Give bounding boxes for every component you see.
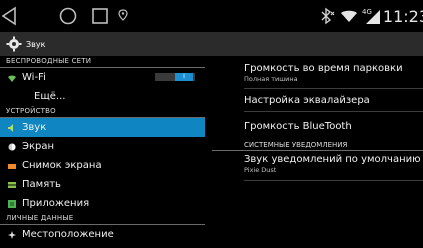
status-bar: 4G 11:23 bbox=[0, 0, 423, 32]
setting-title: Громкость во время парковки bbox=[244, 63, 403, 74]
divider bbox=[244, 180, 423, 181]
wifi-toggle[interactable]: I bbox=[155, 73, 195, 81]
menu-item-wifi[interactable]: Wi-Fi I bbox=[0, 68, 205, 87]
toggle-knob: I bbox=[175, 73, 193, 81]
svg-text:4G: 4G bbox=[362, 8, 372, 16]
setting-title: Звук уведомлений по умолчанию bbox=[244, 154, 421, 165]
menu-item-label: Звук bbox=[22, 122, 47, 133]
menu-item-sound[interactable]: Звук bbox=[0, 118, 205, 137]
menu-item-apps[interactable]: Приложения bbox=[0, 194, 205, 213]
menu-item-label: Wi-Fi bbox=[22, 72, 46, 83]
bluetooth-off-icon bbox=[318, 6, 336, 26]
setting-title: Громкость BlueTooth bbox=[244, 120, 352, 132]
settings-menu: БЕСПРОВОДНЫЕ СЕТИ Wi-Fi I Ещё... УСТРОЙС… bbox=[0, 56, 205, 248]
back-icon[interactable] bbox=[0, 6, 20, 26]
brightness-icon bbox=[8, 143, 16, 151]
top-spacer bbox=[212, 56, 423, 63]
menu-item-more[interactable]: Ещё... bbox=[0, 87, 205, 106]
menu-item-location[interactable]: Местоположение bbox=[0, 225, 205, 244]
section-header-wireless: БЕСПРОВОДНЫЕ СЕТИ bbox=[0, 56, 205, 68]
page-title: Звук bbox=[26, 39, 46, 49]
menu-item-label: Снимок экрана bbox=[22, 160, 102, 171]
setting-equalizer[interactable]: Настройка эквалайзера bbox=[212, 89, 423, 111]
setting-parking-volume[interactable]: Громкость во время парковки Полная тишин… bbox=[212, 63, 423, 88]
menu-item-label: Ещё... bbox=[34, 91, 66, 102]
apps-icon bbox=[8, 199, 16, 208]
mobile-signal-icon: 4G bbox=[362, 6, 382, 26]
location-icon bbox=[8, 230, 16, 239]
menu-item-label: Приложения bbox=[22, 198, 90, 209]
setting-default-notification-sound[interactable]: Звук уведомлений по умолчанию Pixie Dust bbox=[212, 151, 423, 180]
menu-item-label: Экран bbox=[22, 141, 55, 152]
setting-title: Настройка эквалайзера bbox=[244, 94, 370, 106]
menu-item-screenshot[interactable]: Снимок экрана bbox=[0, 156, 205, 175]
menu-item-display[interactable]: Экран bbox=[0, 137, 205, 156]
wifi-icon bbox=[340, 6, 358, 26]
storage-icon bbox=[8, 181, 16, 189]
menu-item-label: Память bbox=[22, 179, 61, 190]
gear-icon bbox=[6, 36, 22, 52]
speaker-icon bbox=[8, 123, 16, 132]
section-header-personal: ЛИЧНЫЕ ДАННЫЕ bbox=[0, 213, 205, 225]
setting-subtitle: Полная тишина bbox=[244, 75, 298, 83]
title-bar: Звук bbox=[0, 32, 423, 56]
setting-bluetooth-volume[interactable]: Громкость BlueTooth bbox=[212, 112, 423, 140]
menu-item-label: Местоположение bbox=[22, 229, 114, 240]
wifi-menu-icon bbox=[8, 74, 16, 82]
recent-apps-icon[interactable] bbox=[90, 6, 110, 26]
home-icon[interactable] bbox=[58, 6, 78, 26]
clock: 11:23 bbox=[382, 7, 423, 26]
menu-item-storage[interactable]: Память bbox=[0, 175, 205, 194]
screenshot-icon bbox=[8, 162, 16, 170]
section-header-system-notifications: СИСТЕМНЫЕ УВЕДОМЛЕНИЯ bbox=[212, 140, 423, 151]
setting-subtitle: Pixie Dust bbox=[244, 166, 277, 174]
sound-settings-pane: Громкость во время парковки Полная тишин… bbox=[212, 56, 423, 248]
location-pin-icon bbox=[117, 6, 129, 26]
section-header-device: УСТРОЙСТВО bbox=[0, 106, 205, 118]
